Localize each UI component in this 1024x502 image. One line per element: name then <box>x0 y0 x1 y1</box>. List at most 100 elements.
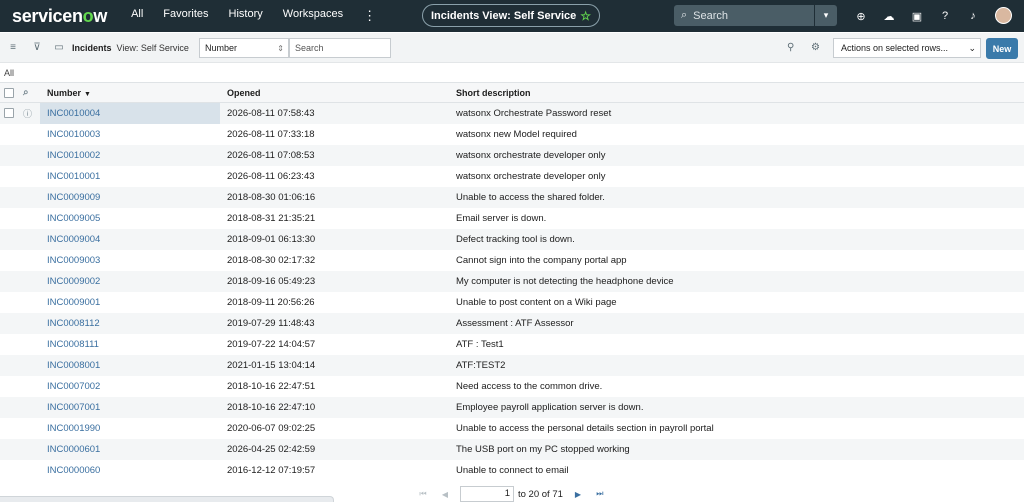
incident-number-link[interactable]: INC0009001 <box>40 292 220 313</box>
page-number-input[interactable]: 1 <box>460 486 514 502</box>
row-select-cell <box>0 102 19 124</box>
incident-number-link[interactable]: INC0010001 <box>40 166 220 187</box>
activity-icon[interactable]: ▭ <box>52 42 66 53</box>
opened-cell: 2018-08-30 02:17:32 <box>227 254 316 266</box>
last-page-icon[interactable]: ⏭ <box>593 489 607 499</box>
row-info-cell <box>19 312 40 334</box>
table-row[interactable]: INC0001990 2020-06-07 09:02:25 Unable to a… <box>0 418 1024 439</box>
column-search-icon[interactable]: ⌕ <box>23 87 29 98</box>
row-info-cell <box>19 396 40 418</box>
nav-favorites[interactable]: Favorites <box>163 8 208 24</box>
breadcrumb-all[interactable]: All <box>4 68 14 78</box>
globe-icon[interactable]: ⊕ <box>853 8 869 24</box>
table-row[interactable]: INC0008111 2019-07-22 14:04:57 ATF : Test1 <box>0 334 1024 355</box>
table-row[interactable]: INC0010002 2026-08-11 07:08:53 watsonx orc… <box>0 144 1024 166</box>
opened-cell: 2018-10-16 22:47:10 <box>220 396 449 418</box>
inbox-icon[interactable]: ▣ <box>909 8 925 24</box>
short-description-cell: watsonx orchestrate developer only <box>449 144 1024 166</box>
short-description-cell: Email server is down. <box>456 212 547 224</box>
incident-number-link[interactable]: INC0010002 <box>40 144 220 166</box>
first-page-icon[interactable]: ⏮ <box>416 489 430 499</box>
servicenow-logo[interactable]: servicenow <box>12 6 107 27</box>
table-row[interactable]: INC0010003 2026-08-11 07:33:18 watsonx new… <box>0 124 1024 145</box>
incident-number-link[interactable]: INC0008112 <box>40 312 220 334</box>
list-title: Incidents <box>72 42 112 53</box>
row-select-cell <box>0 396 19 418</box>
bell-icon[interactable]: ♪ <box>965 8 981 24</box>
incident-number-link[interactable]: INC0000601 <box>40 438 220 460</box>
incident-number-link[interactable]: INC0008001 <box>40 354 220 376</box>
table-row[interactable]: INC0009005 2018-08-31 21:35:21 Email serve… <box>0 208 1024 229</box>
table-row[interactable]: INC0010001 2026-08-11 06:23:43 watsonx orc… <box>0 166 1024 187</box>
row-select-cell <box>0 270 19 292</box>
incident-number-link[interactable]: INC0008111 <box>40 334 220 355</box>
table-row[interactable]: ⓘ INC0010004 2026-08-11 07:58:43 watsonx Or… <box>0 102 1024 124</box>
search-scope-dropdown[interactable]: ▾ <box>815 5 837 26</box>
incident-number-link[interactable]: INC0001990 <box>40 418 220 439</box>
short-description-cell: watsonx Orchestrate Password reset <box>449 102 1024 124</box>
incident-number-link[interactable]: INC0009009 <box>40 186 220 208</box>
view-title-pill[interactable]: Incidents View: Self Service ☆ <box>422 4 600 27</box>
row-select-cell <box>0 438 19 460</box>
nav-all[interactable]: All <box>131 8 143 24</box>
incident-number-link[interactable]: INC0010004 <box>40 102 220 124</box>
incident-number-link[interactable]: INC0007001 <box>40 396 220 418</box>
table-row[interactable]: INC0000060 2016-12-12 07:19:57 Unable to c… <box>0 460 1024 481</box>
pin-icon[interactable]: ⚲ <box>787 42 794 53</box>
table-row[interactable]: INC0007002 2018-10-16 22:47:51 Need access… <box>0 376 1024 397</box>
incident-number-link[interactable]: INC0009004 <box>40 228 220 250</box>
select-all-checkbox[interactable] <box>4 87 14 98</box>
nav-workspaces[interactable]: Workspaces <box>283 8 343 24</box>
global-search-input[interactable]: ⌕ Search <box>674 5 814 26</box>
table-row[interactable]: INC0009004 2018-09-01 06:13:30 Defect trac… <box>0 228 1024 250</box>
favorite-star-icon[interactable]: ☆ <box>580 9 591 23</box>
table-row[interactable]: INC0009002 2018-09-16 05:49:23 My computer… <box>0 270 1024 292</box>
table-row[interactable]: INC0009003 2018-08-30 02:17:32 Cannot sign… <box>0 250 1024 271</box>
preview-info-icon[interactable]: ⓘ <box>23 109 32 119</box>
nav-history[interactable]: History <box>229 8 263 24</box>
incident-number-link[interactable]: INC0000060 <box>40 460 220 481</box>
row-checkbox[interactable] <box>4 108 14 119</box>
next-page-icon[interactable]: ▶ <box>571 490 585 499</box>
short-description-cell: Unable to connect to email <box>456 464 569 476</box>
filter-icon[interactable]: ⊽ <box>30 42 44 53</box>
search-field-select[interactable]: Number ⇕ <box>199 38 289 58</box>
incident-number-link[interactable]: INC0009005 <box>40 208 220 229</box>
short-description-cell: Unable to access the shared folder. <box>449 186 1024 208</box>
incident-number-link[interactable]: INC0009003 <box>40 250 220 271</box>
short-description-cell: Unable to post content on a Wiki page <box>456 296 617 308</box>
short-description-cell: The USB port on my PC stopped working <box>449 438 1024 460</box>
column-header-number[interactable]: Number ▼ <box>40 82 220 103</box>
table-row[interactable]: INC0000601 2026-04-25 02:42:59 The USB por… <box>0 438 1024 460</box>
user-avatar[interactable] <box>995 7 1012 24</box>
table-row[interactable]: INC0008001 2021-01-15 13:04:14 ATF:TEST2 <box>0 354 1024 376</box>
incident-number-link[interactable]: INC0007002 <box>40 376 220 397</box>
column-header-opened[interactable]: Opened <box>220 82 449 103</box>
more-menu-icon[interactable]: ⋮ <box>363 8 376 24</box>
list-search-input[interactable]: Search <box>289 38 391 58</box>
actions-select[interactable]: Actions on selected rows... ⌄ <box>833 38 981 58</box>
hamburger-menu-icon[interactable]: ≡ <box>6 42 20 53</box>
help-icon[interactable]: ? <box>937 8 953 24</box>
gear-icon[interactable]: ⚙ <box>811 42 820 53</box>
chat-icon[interactable]: ☁ <box>881 8 897 24</box>
opened-cell: 2016-12-12 07:19:57 <box>227 464 316 476</box>
global-search-placeholder: Search <box>693 9 729 22</box>
column-header-short-description[interactable]: Short description <box>449 82 1024 103</box>
opened-cell: 2021-01-15 13:04:14 <box>220 354 449 376</box>
incident-number-link[interactable]: INC0009002 <box>40 270 220 292</box>
table-row[interactable]: INC0007001 2018-10-16 22:47:10 Employee pa… <box>0 396 1024 418</box>
row-info-cell <box>19 438 40 460</box>
row-info-cell <box>19 460 40 481</box>
table-row[interactable]: INC0008112 2019-07-29 11:48:43 Assessment … <box>0 312 1024 334</box>
incident-number-link[interactable]: INC0010003 <box>40 124 220 145</box>
opened-cell: 2026-08-11 07:58:43 <box>220 102 449 124</box>
opened-cell: 2018-09-11 20:56:26 <box>227 296 315 308</box>
previous-page-icon[interactable]: ◀ <box>438 490 452 499</box>
new-button[interactable]: New <box>986 38 1018 59</box>
row-select-cell <box>0 292 19 313</box>
row-select-cell <box>0 418 19 439</box>
table-row[interactable]: INC0009001 2018-09-11 20:56:26 Unable to p… <box>0 292 1024 313</box>
table-row[interactable]: INC0009009 2018-08-30 01:06:16 Unable to a… <box>0 186 1024 208</box>
row-select-cell <box>0 312 19 334</box>
